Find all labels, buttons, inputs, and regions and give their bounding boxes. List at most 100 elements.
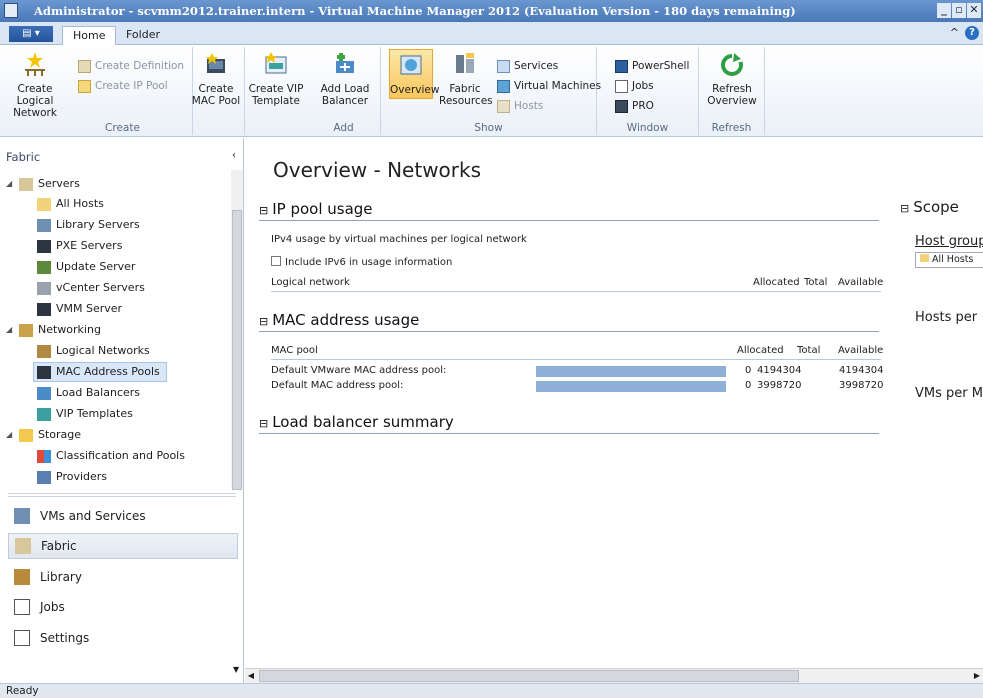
hosts-per-label: Hosts per — [915, 310, 978, 325]
tree-item-classification-and-pools[interactable]: Classification and Pools — [37, 446, 185, 466]
vms-and-services-icon — [14, 508, 30, 524]
folder-icon — [920, 254, 929, 262]
collapse-section-icon[interactable]: ⊟ — [259, 204, 268, 217]
col-logical-network: Logical network — [271, 277, 350, 288]
include-ipv6-checkbox[interactable] — [271, 256, 281, 266]
horizontal-scrollbar[interactable]: ◀ ▶ — [245, 668, 983, 683]
create-ip-pool-button[interactable]: Create IP Pool — [78, 79, 168, 93]
host-group-select[interactable]: All Hosts — [915, 252, 983, 268]
horizontal-scroll-thumb[interactable] — [259, 670, 799, 682]
tab-home[interactable]: Home — [62, 26, 117, 46]
workspace-fabric[interactable]: Fabric — [8, 533, 238, 559]
tab-folder[interactable]: Folder — [116, 26, 170, 46]
tree-label: Storage — [38, 428, 82, 441]
create-logical-network-button[interactable]: Create Logical Network — [2, 49, 68, 119]
restore-button[interactable]: ▫ — [952, 3, 966, 18]
services-icon — [497, 59, 510, 73]
tree-item-logical-networks[interactable]: Logical Networks — [37, 341, 150, 361]
tree-item-servers[interactable]: ◢ Servers — [6, 174, 80, 194]
minimize-button[interactable]: _ — [937, 3, 951, 18]
tree-label: vCenter Servers — [56, 281, 145, 294]
scope-header[interactable]: ⊟ Scope — [900, 198, 983, 216]
help-icon[interactable]: ? — [965, 26, 979, 40]
add-load-balancer-button[interactable]: Add Load Balancer — [317, 49, 373, 107]
workspace-library[interactable]: Library — [8, 564, 238, 590]
servers-icon — [19, 177, 33, 191]
app-menu-button[interactable]: ▤ ▾ — [9, 26, 53, 42]
fabric-resources-label: Fabric Resources — [439, 83, 493, 107]
jobs-button[interactable]: Jobs — [615, 79, 654, 93]
close-button[interactable]: ✕ — [967, 3, 981, 18]
workspace-vms-and-services[interactable]: VMs and Services — [8, 503, 238, 529]
collapse-pane-icon[interactable]: ‹ — [232, 150, 236, 161]
tree-label: Networking — [38, 323, 101, 336]
workspace-overflow-icon[interactable]: ▼ — [233, 665, 239, 674]
create-definition-button[interactable]: Create Definition — [78, 59, 184, 73]
group-add-label: Add — [333, 122, 354, 134]
virtual-machines-button[interactable]: Virtual Machines — [497, 79, 601, 93]
pro-label: PRO — [632, 100, 654, 112]
tree-item-load-balancers[interactable]: Load Balancers — [37, 383, 140, 403]
tree-item-vcenter-servers[interactable]: vCenter Servers — [37, 278, 145, 298]
hosts-icon — [497, 99, 510, 113]
table-row[interactable]: Default MAC address pool: 0 3998720 3998… — [271, 380, 884, 394]
collapse-section-icon[interactable]: ⊟ — [259, 315, 268, 328]
tree-item-networking[interactable]: ◢ Networking — [6, 320, 101, 340]
tree-item-library-servers[interactable]: Library Servers — [37, 215, 140, 235]
tree-scroll-thumb[interactable] — [232, 210, 242, 490]
tree-item-providers[interactable]: Providers — [37, 467, 107, 487]
col-available: Available — [838, 345, 884, 356]
tree-item-update-server[interactable]: Update Server — [37, 257, 135, 277]
tree-item-vip-templates[interactable]: VIP Templates — [37, 404, 133, 424]
include-ipv6-option[interactable]: Include IPv6 in usage information — [271, 256, 452, 268]
load-balancer-section-header[interactable]: ⊟ Load balancer summary — [259, 413, 879, 434]
jobs-icon — [14, 599, 30, 615]
overview-button[interactable]: Overview — [389, 49, 440, 99]
vms-per-label: VMs per M — [915, 386, 983, 401]
overview-label: Overview — [390, 84, 440, 96]
collapse-arrow-icon[interactable]: ◢ — [6, 425, 14, 445]
tree-scrollbar[interactable] — [231, 170, 243, 490]
workspace-jobs[interactable]: Jobs — [8, 594, 238, 620]
group-add: Add Load Balancer Add — [307, 47, 381, 135]
networking-icon — [19, 323, 33, 337]
ip-pool-description: IPv4 usage by virtual machines per logic… — [271, 234, 527, 245]
providers-icon — [37, 470, 51, 484]
pro-button[interactable]: PRO — [615, 99, 654, 113]
workspace-label: VMs and Services — [40, 509, 146, 523]
collapse-section-icon[interactable]: ⊟ — [259, 417, 268, 430]
scroll-right-icon[interactable]: ▶ — [971, 669, 983, 683]
ip-pool-section-header[interactable]: ⊟ IP pool usage — [259, 200, 879, 221]
tree-item-storage[interactable]: ◢ Storage — [6, 425, 81, 445]
fabric-resources-icon — [456, 53, 474, 73]
tree-item-mac-address-pools[interactable]: MAC Address Pools — [33, 362, 167, 382]
pane-splitter[interactable] — [8, 493, 236, 497]
tree-label: PXE Servers — [56, 239, 123, 252]
mac-section-header[interactable]: ⊟ MAC address usage — [259, 311, 879, 332]
create-vip-template-button[interactable]: Create VIP Template — [248, 49, 304, 107]
tree-item-pxe-servers[interactable]: PXE Servers — [37, 236, 122, 256]
powershell-button[interactable]: PowerShell — [615, 59, 689, 73]
group-window-label: Window — [626, 122, 669, 134]
collapse-arrow-icon[interactable]: ◢ — [6, 174, 14, 194]
collapse-section-icon[interactable]: ⊟ — [900, 202, 909, 215]
tree-item-vmm-server[interactable]: VMM Server — [37, 299, 122, 319]
collapse-ribbon-icon[interactable]: ^ — [950, 26, 959, 40]
tree-label: Servers — [38, 177, 80, 190]
powershell-icon — [615, 59, 628, 73]
tree-item-all-hosts[interactable]: All Hosts — [37, 194, 104, 214]
collapse-arrow-icon[interactable]: ◢ — [6, 320, 14, 340]
fabric-resources-button[interactable]: Fabric Resources — [439, 49, 493, 107]
workspace-settings[interactable]: Settings — [8, 625, 238, 651]
refresh-overview-button[interactable]: Refresh Overview — [703, 49, 761, 107]
host-group-label[interactable]: Host group — [915, 234, 983, 249]
library-servers-icon — [37, 218, 51, 232]
hosts-button[interactable]: Hosts — [497, 99, 543, 113]
create-ip-pool-label: Create IP Pool — [95, 80, 168, 92]
services-button[interactable]: Services — [497, 59, 558, 73]
table-row[interactable]: Default VMware MAC address pool: 0 41943… — [271, 365, 884, 379]
col-available: Available — [838, 277, 884, 288]
scroll-left-icon[interactable]: ◀ — [245, 669, 257, 683]
group-refresh: Refresh Overview Refresh — [699, 47, 765, 135]
virtual-machines-label: Virtual Machines — [514, 80, 602, 92]
